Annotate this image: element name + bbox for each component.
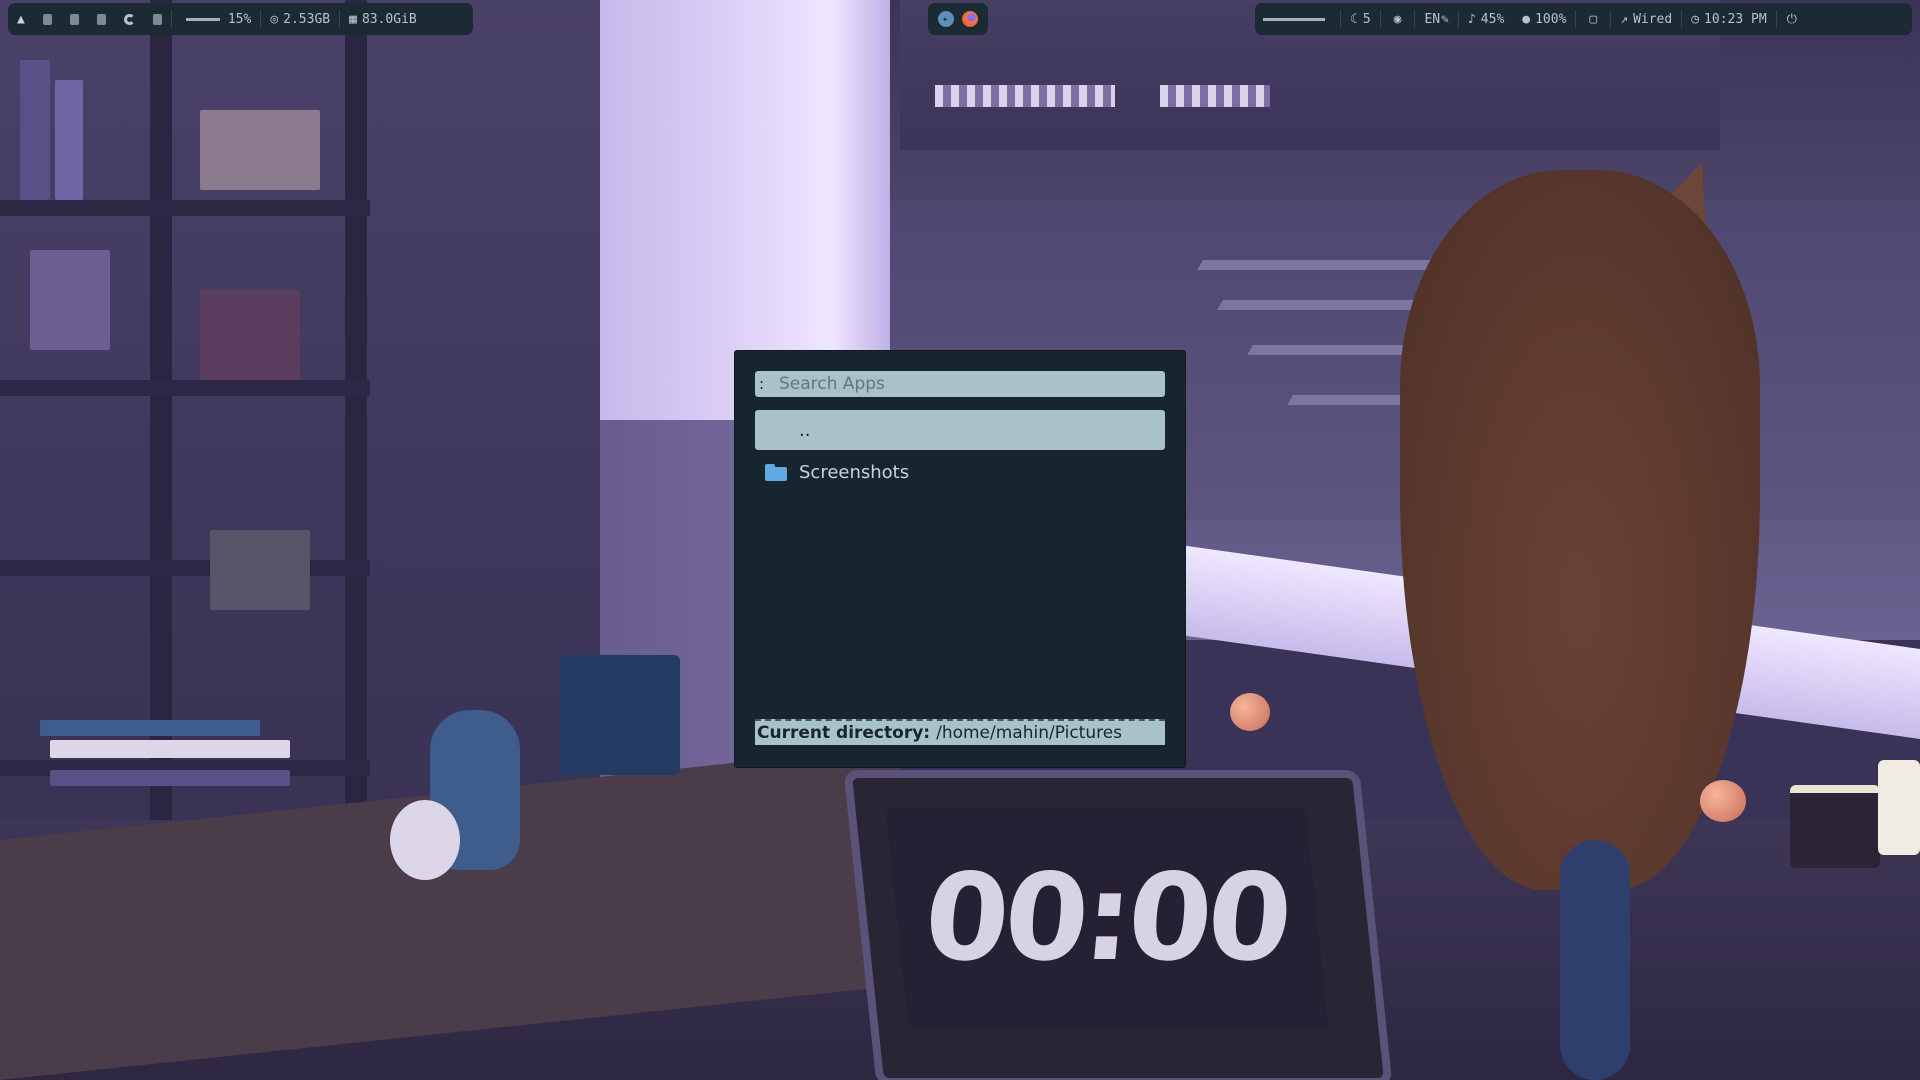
current-directory-bar: Current directory: /home/mahin/Pictures (755, 719, 1165, 745)
wallpaper-plush-belly (390, 800, 460, 880)
wallpaper-awning (935, 85, 1115, 107)
wallpaper-laptop: 00:00 (843, 770, 1393, 1080)
moon-icon: ☾ (1350, 11, 1358, 27)
arch-logo-button[interactable]: ▲ (8, 3, 34, 35)
media-progress-icon (1263, 17, 1325, 21)
app-launcher: : .. Screenshots Current directory: /hom… (735, 351, 1185, 767)
wallpaper-frame (200, 110, 320, 190)
memory-widget[interactable]: ◎ 2.53GB (261, 3, 339, 35)
wallpaper-shelf-post (345, 0, 367, 820)
clock-value: 10:23 PM (1704, 11, 1767, 27)
wallpaper-pencil-cup (560, 655, 680, 775)
wallpaper-candle (1878, 760, 1920, 855)
wallpaper-book (55, 80, 83, 200)
bar-right-module: ☾ 5 ◉ EN ✎ ♪ 45% ● 100% ▢ ↗ Wired ◷ 10:2… (1255, 3, 1912, 35)
wallpaper-vase (210, 530, 310, 610)
launcher-entry-parent-dir[interactable]: .. (755, 410, 1165, 450)
workspace-3[interactable] (88, 3, 115, 35)
workspace-1[interactable] (34, 3, 61, 35)
language-value: EN (1424, 11, 1441, 27)
pencil-icon: ✎ (1441, 11, 1449, 27)
vscode-icon[interactable]: ✦ (938, 11, 954, 27)
entry-label: Screenshots (799, 461, 910, 483)
workspace-icon (69, 13, 79, 25)
workspace-icon (42, 13, 52, 25)
moon-workspace-icon (123, 13, 135, 25)
disk-widget[interactable]: ▦ 83.0GiB (340, 3, 426, 35)
record-icon: ◉ (1393, 11, 1402, 27)
search-bar[interactable]: : (755, 371, 1165, 397)
clipboard-button[interactable]: ▢ (1576, 3, 1610, 35)
wallpaper-awning (1160, 85, 1270, 107)
workspace-2[interactable] (61, 3, 88, 35)
cpu-widget[interactable]: 15% (172, 3, 260, 35)
wallpaper-book (50, 740, 290, 758)
memory-icon: ◎ (270, 11, 279, 27)
wallpaper-book (50, 770, 290, 786)
wallpaper-book (200, 290, 300, 380)
arch-logo-icon: ▲ (17, 11, 25, 27)
clock-widget[interactable]: ◷ 10:23 PM (1682, 3, 1775, 35)
search-input[interactable] (777, 373, 1161, 395)
wallpaper-cat (1400, 170, 1760, 890)
mic-widget[interactable]: ● 100% (1513, 3, 1575, 35)
moon-widget[interactable]: ☾ 5 (1341, 3, 1380, 35)
launcher-entry-screenshots[interactable]: Screenshots (755, 452, 1165, 492)
current-directory-label: Current directory: (757, 723, 931, 743)
workspace-4[interactable] (115, 3, 144, 35)
moon-value: 5 (1362, 11, 1371, 27)
power-button[interactable]: ⏻ (1777, 3, 1807, 35)
network-value: Wired (1633, 11, 1673, 27)
cpu-graph-icon (185, 17, 220, 21)
wallpaper-shelf (0, 380, 370, 396)
wallpaper-ball (1700, 780, 1746, 822)
record-button[interactable]: ◉ (1381, 3, 1415, 35)
firefox-icon[interactable] (962, 11, 978, 27)
clipboard-icon: ▢ (1589, 11, 1598, 27)
entry-label: .. (799, 419, 811, 441)
wallpaper-shelf (0, 200, 370, 216)
current-directory-path: /home/mahin/Pictures (936, 723, 1123, 743)
wallpaper-cactus (1560, 840, 1630, 1080)
network-plug-icon: ↗ (1620, 11, 1629, 27)
media-progress[interactable] (1255, 3, 1340, 35)
bar-left-module: ▲ 15% ◎ 2.53GB ▦ 83.0GiB (8, 3, 473, 35)
wallpaper-book (40, 720, 260, 736)
search-prompt: : (759, 375, 765, 393)
cpu-value: 15% (227, 11, 252, 27)
wallpaper-frame (30, 250, 110, 350)
memory-value: 2.53GB (283, 11, 331, 27)
workspace-5[interactable] (144, 3, 171, 35)
wallpaper-candle (1790, 785, 1880, 868)
wallpaper-shelf (0, 560, 370, 576)
disk-icon: ▦ (349, 11, 357, 27)
wallpaper-ball (1230, 693, 1270, 731)
workspace-icon (152, 13, 162, 25)
power-icon: ⏻ (1786, 11, 1797, 27)
volume-icon: ♪ (1467, 11, 1476, 27)
disk-value: 83.0GiB (361, 11, 417, 27)
wallpaper-book (20, 60, 50, 200)
microphone-icon: ● (1522, 11, 1531, 27)
volume-value: 45% (1480, 11, 1505, 27)
mic-value: 100% (1535, 11, 1567, 27)
workspace-icon (96, 13, 106, 25)
top-bar: ▲ 15% ◎ 2.53GB ▦ 83.0GiB ✦ ☾ 5 ◉ EN ✎ ♪ … (0, 0, 1920, 38)
wallpaper-laptop-clock: 00:00 (885, 808, 1329, 1028)
clock-icon: ◷ (1691, 11, 1700, 27)
network-widget[interactable]: ↗ Wired (1611, 3, 1681, 35)
folder-icon (765, 463, 787, 481)
language-widget[interactable]: EN ✎ (1415, 3, 1457, 35)
volume-widget[interactable]: ♪ 45% (1459, 3, 1513, 35)
app-tray: ✦ (928, 3, 988, 35)
